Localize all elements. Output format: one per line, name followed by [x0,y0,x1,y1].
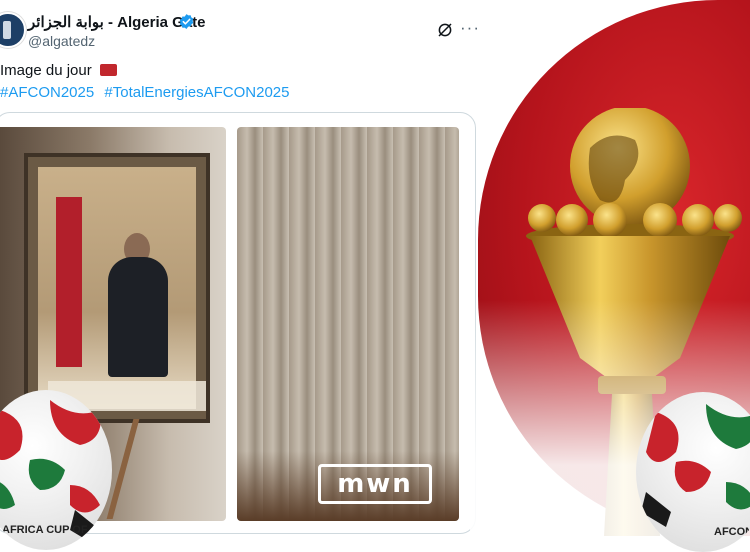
portrait-frame [24,153,210,423]
verified-badge-icon [179,14,194,29]
portrait-image [38,167,206,411]
photo-curtain[interactable] [237,127,459,521]
hashtag-link[interactable]: #TotalEnergiesAFCON2025 [104,84,289,101]
ball-left-text: AFRICA CUP OF NATIONS [2,524,112,536]
tweet-header: بوابة الجزائر - Algeria Gate @algatedz ·… [0,8,480,56]
morocco-flag-icon [99,64,117,76]
ball-right-text: AFCON [714,526,750,538]
more-options-icon[interactable]: ··· [460,18,480,38]
tweet-text-content: Image du jour [0,62,92,79]
mwn-watermark: mwn [318,464,432,504]
hashtag-row: #AFCON2025 #TotalEnergiesAFCON2025 [0,84,296,101]
grok-icon[interactable] [436,21,454,39]
seated-figure [108,257,168,377]
avatar[interactable] [0,12,26,48]
flag-image [56,197,82,367]
tweet-text: Image du jour [0,62,117,79]
hashtag-link[interactable]: #AFCON2025 [0,84,94,101]
handle[interactable]: @algatedz [28,33,95,49]
easel [106,419,220,519]
